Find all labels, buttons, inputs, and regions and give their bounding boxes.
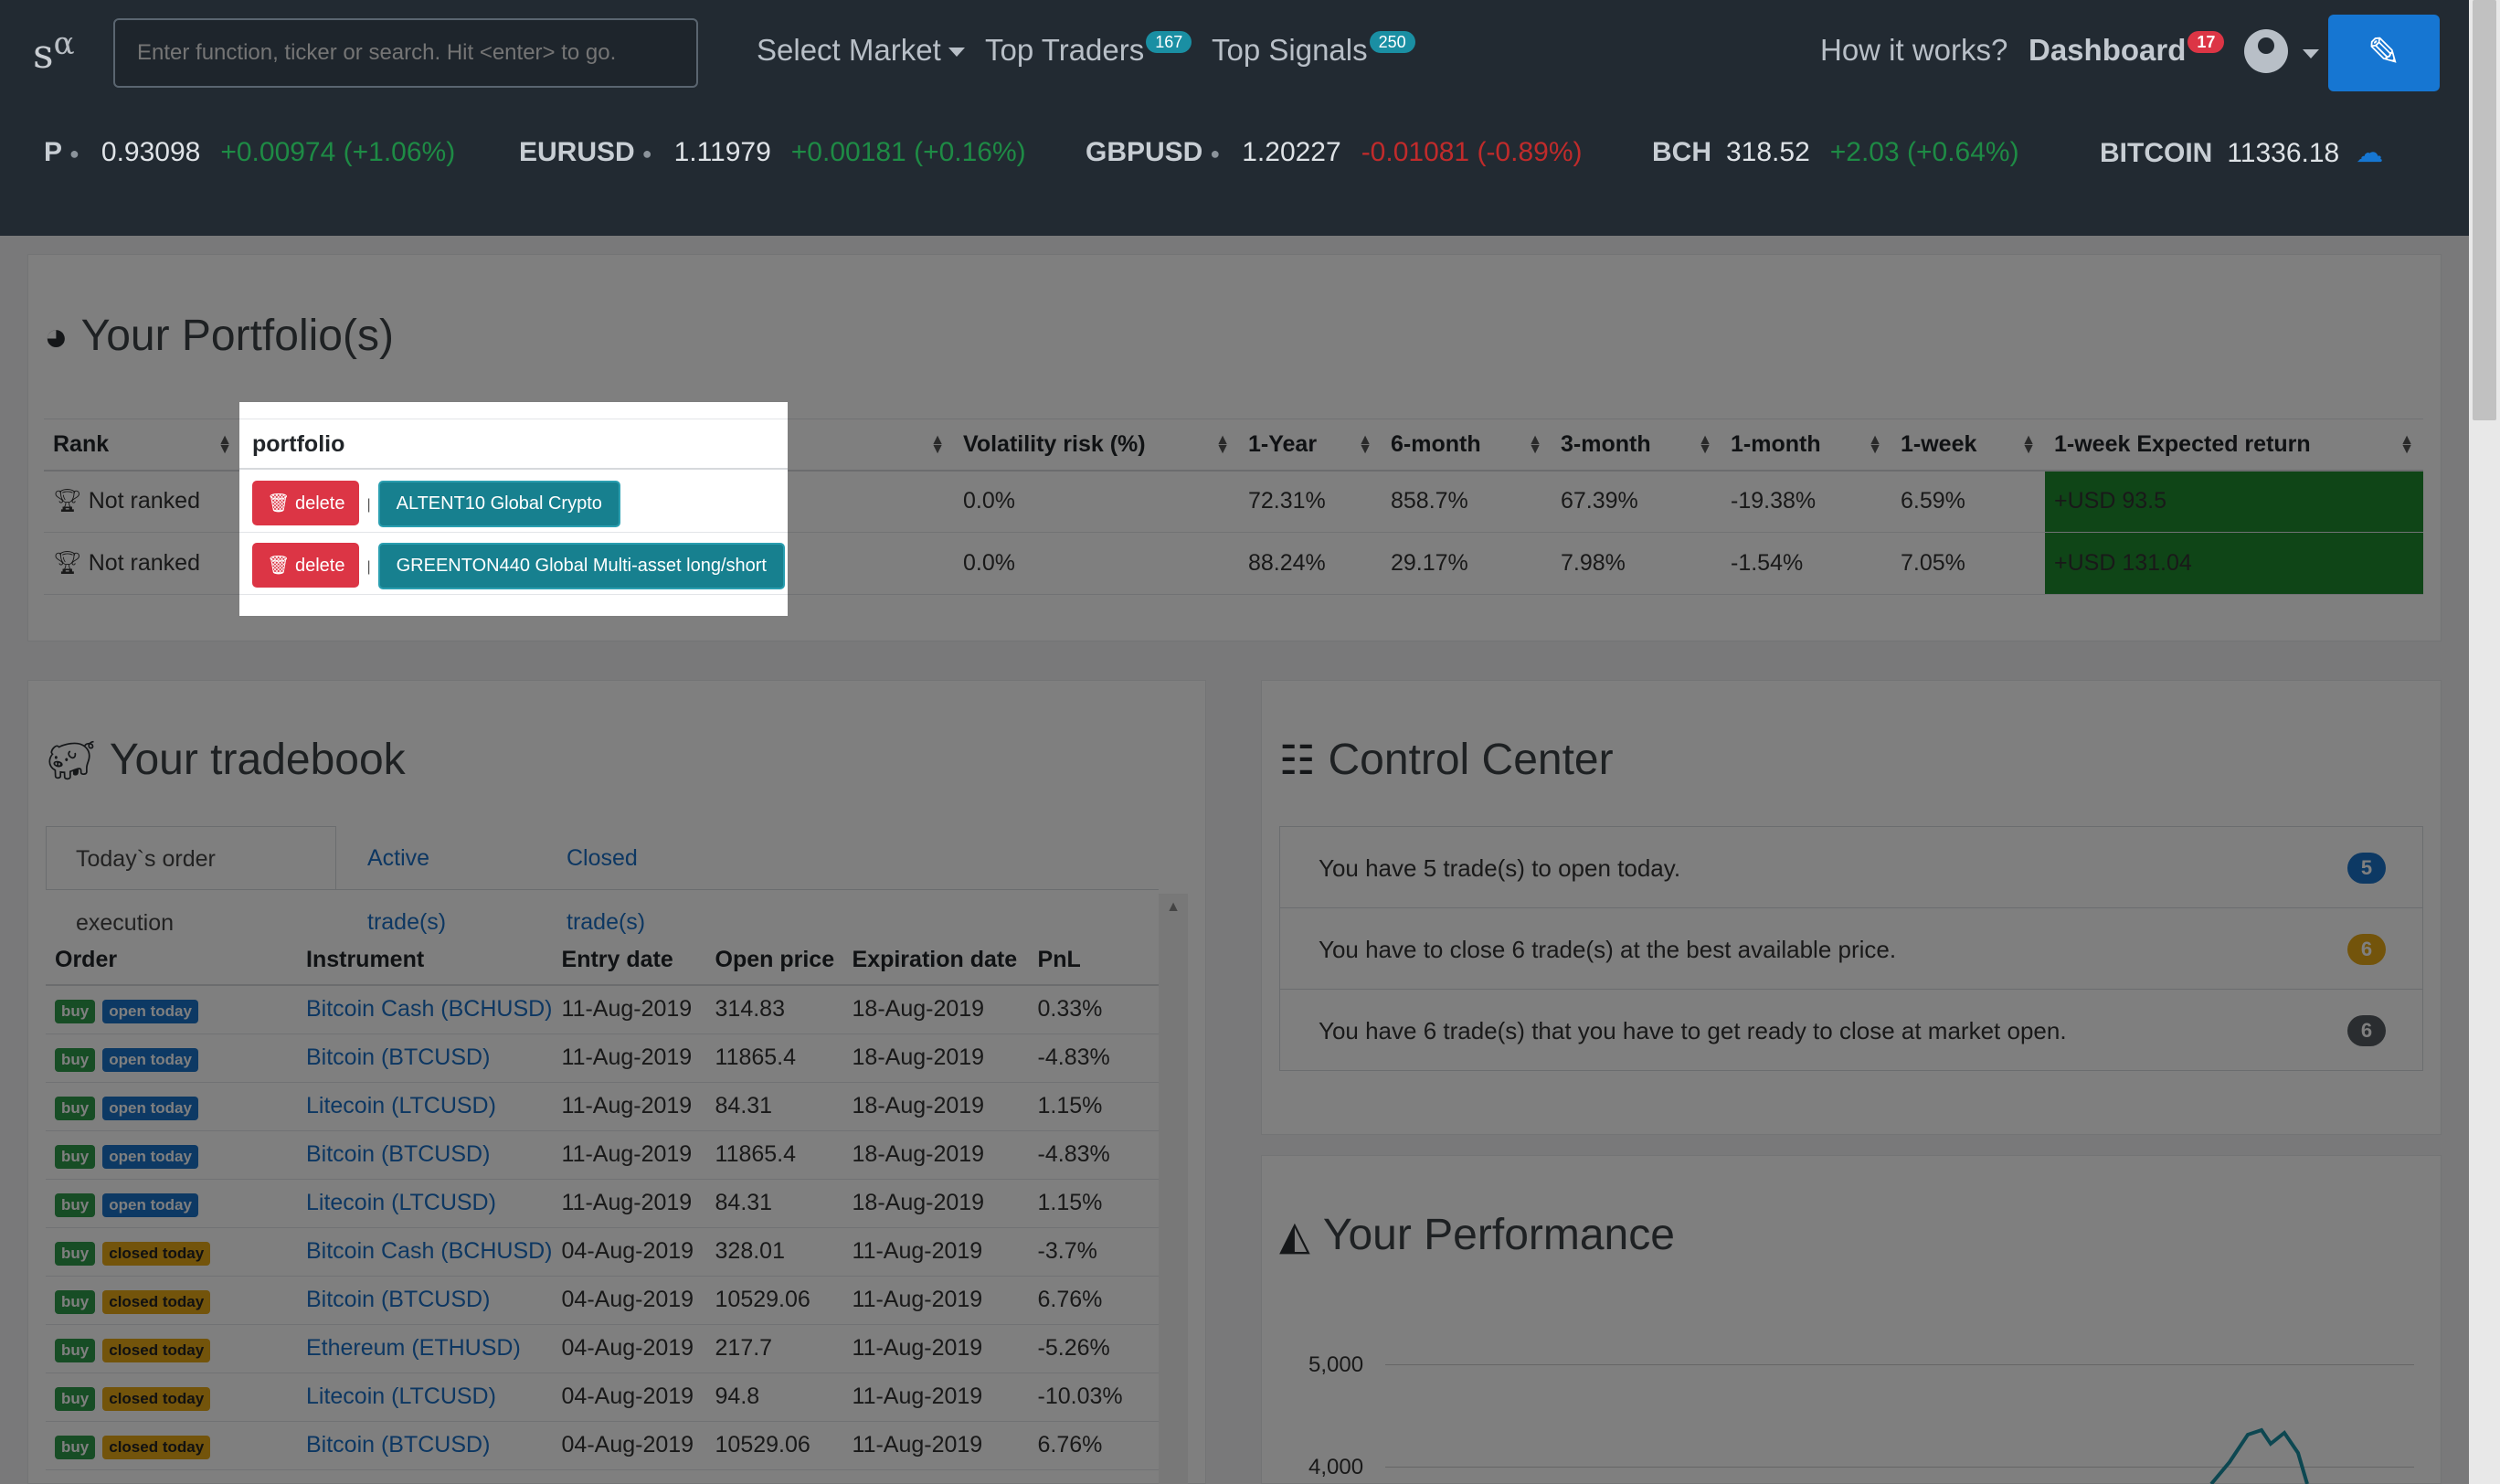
trash-icon: 🗑︎ [267,556,291,576]
top-navbar: sα Select Market Top Traders167 Top Sign… [0,0,2500,236]
how-it-works-link[interactable]: How it works? [1820,33,2007,68]
trash-icon: 🗑︎ [267,493,291,514]
dashboard-link[interactable]: Dashboard 17 [2029,31,2225,68]
ticker-strip: P ● 0.93098 +0.00974 (+1.06%) EURUSD ● 1.1197… [0,137,2500,183]
select-market-dropdown[interactable]: Select Market [757,33,965,68]
dashboard-count-badge: 17 [2188,31,2225,53]
top-signals-count-badge: 250 [1369,31,1415,53]
cloud-icon: ☁ [2356,138,2384,168]
ticker-item[interactable]: BCH 318.52 +2.03 (+0.64%) [1652,137,2019,168]
ticker-item[interactable]: BITCOIN 11336.18 ☁ [2100,137,2383,169]
ticker-item[interactable]: GBPUSD ● 1.20227 -0.01081 (-0.89%) [1086,137,1583,168]
portfolio-link-button[interactable]: GREENTON440 Global Multi-asset long/shor… [377,543,785,589]
highlight-portfolio-column: portfolio 🗑︎ delete | ALTENT10 Global Cryp… [239,402,788,616]
overlay-shade [788,402,2469,616]
top-signals-link[interactable]: Top Signals 250 [1212,31,1415,68]
portfolio-row-actions: 🗑︎ delete | ALTENT10 Global Crypto [252,481,620,527]
chevron-down-icon[interactable] [2303,49,2319,58]
top-traders-link[interactable]: Top Traders 167 [985,31,1192,68]
portfolio-link-button[interactable]: ALTENT10 Global Crypto [377,481,620,527]
edit-icon-button[interactable]: ✎ [2328,15,2440,91]
overlay-shade [0,236,2469,402]
page-scrollbar-thumb[interactable] [2473,0,2496,420]
chevron-down-icon [948,48,965,58]
user-avatar-icon[interactable] [2244,29,2288,73]
logo[interactable]: sα [33,26,75,78]
overlay-shade [0,402,239,616]
delete-button[interactable]: 🗑︎ delete [252,481,360,525]
top-traders-count-badge: 167 [1146,31,1192,53]
col-portfolio-header[interactable]: portfolio [239,419,788,470]
delete-button[interactable]: 🗑︎ delete [252,543,360,588]
ticker-item[interactable]: P ● 0.93098 +0.00974 (+1.06%) [44,137,455,168]
search-input[interactable] [113,18,698,88]
ticker-item[interactable]: EURUSD ● 1.11979 +0.00181 (+0.16%) [519,137,1026,168]
portfolio-row-actions: 🗑︎ delete | GREENTON440 Global Multi-asset… [252,543,785,589]
overlay-shade [0,616,2469,1484]
